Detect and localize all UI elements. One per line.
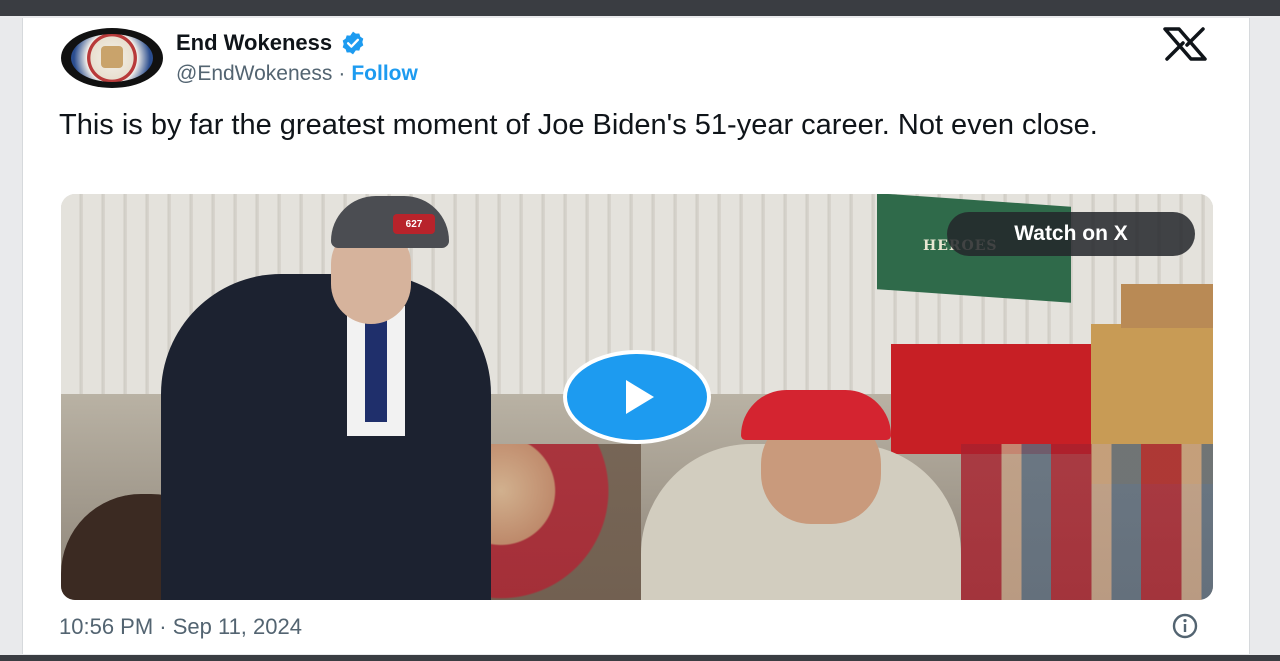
cap-badge: 627 (393, 214, 435, 234)
video-scene-standing-man (161, 274, 491, 600)
tweet-timestamp[interactable]: 10:56 PM · Sep 11, 2024 (59, 614, 302, 640)
avatar-figure (101, 46, 123, 68)
play-button[interactable] (563, 350, 711, 444)
tweet-video[interactable]: HEROES 627 Watch on X (61, 194, 1213, 600)
info-icon[interactable] (1167, 612, 1203, 640)
x-logo-icon[interactable] (1159, 26, 1211, 62)
tweet-text: This is by far the greatest moment of Jo… (59, 109, 1098, 141)
handle-separator: · (338, 62, 346, 85)
video-scene-tie (365, 312, 387, 422)
follow-button[interactable]: Follow (351, 62, 418, 86)
window-bottom-bar (0, 655, 1280, 661)
tweet-card: End Wokeness @EndWokeness · Follow This … (22, 18, 1250, 654)
play-icon (626, 380, 654, 414)
verified-badge-icon (342, 31, 364, 55)
author-handle-row: @EndWokeness · Follow (176, 62, 418, 86)
author-display-name[interactable]: End Wokeness (176, 30, 332, 56)
video-scene-boxes (1121, 284, 1213, 328)
author-handle[interactable]: @EndWokeness (176, 62, 332, 86)
author-name-row: End Wokeness (176, 30, 366, 56)
video-scene-seated-kids-right (961, 444, 1213, 600)
video-scene-red-panel (891, 344, 1091, 454)
window-top-bar (0, 0, 1280, 16)
watch-on-x-button[interactable]: Watch on X (947, 212, 1195, 256)
author-avatar[interactable] (61, 28, 163, 88)
video-scene-red-cap (741, 390, 891, 440)
